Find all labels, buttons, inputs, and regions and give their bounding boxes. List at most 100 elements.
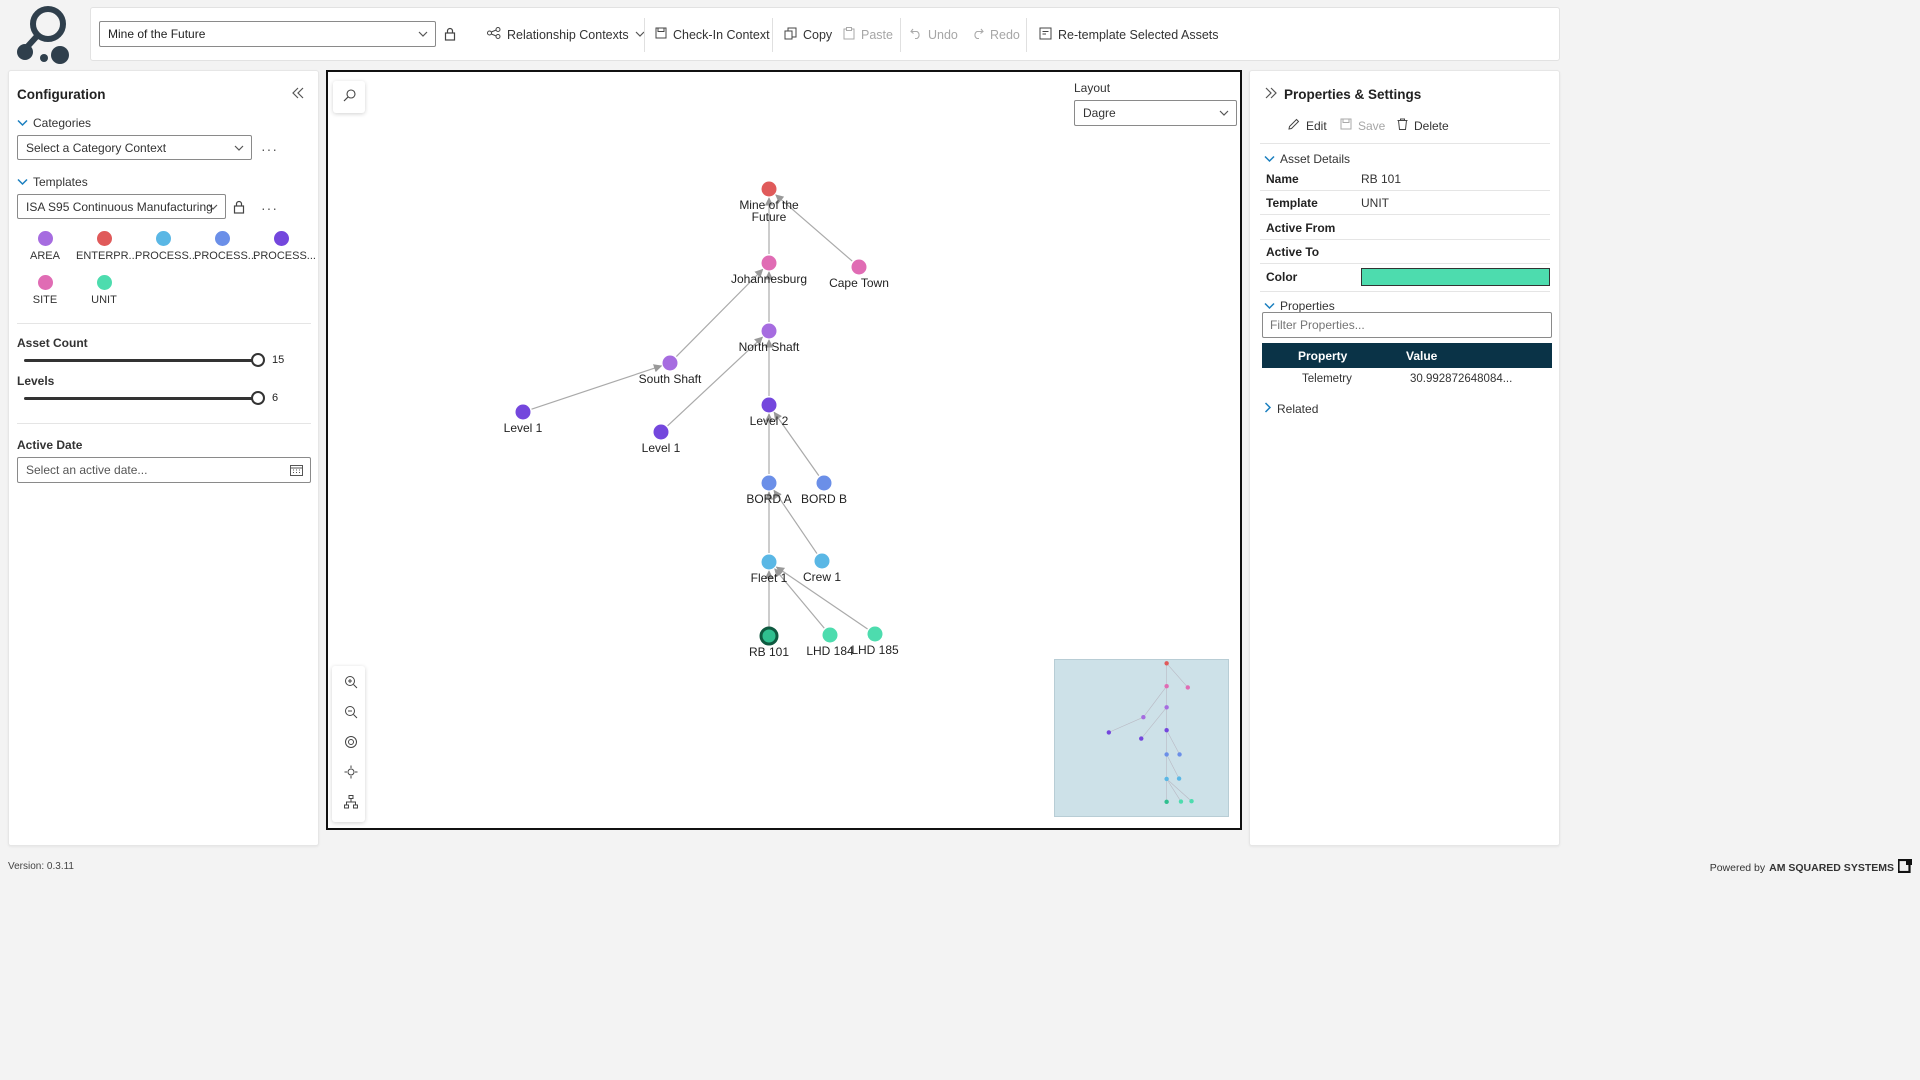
more-options-icon[interactable]: ··· bbox=[261, 200, 278, 216]
zoom-in-button[interactable] bbox=[340, 672, 362, 694]
graph-node[interactable]: Fleet 1 bbox=[751, 554, 788, 586]
legend-item[interactable]: PROCESS... bbox=[135, 231, 198, 262]
levels-label: Levels bbox=[17, 374, 55, 388]
copy-button[interactable]: Copy bbox=[784, 27, 832, 43]
graph-node[interactable]: Johannesburg bbox=[731, 255, 807, 287]
color-swatch[interactable] bbox=[1361, 268, 1550, 286]
properties-title: Properties & Settings bbox=[1284, 87, 1422, 102]
lock-icon[interactable] bbox=[233, 200, 245, 217]
node-circle[interactable] bbox=[822, 627, 838, 643]
node-circle[interactable] bbox=[761, 475, 777, 491]
node-circle[interactable] bbox=[816, 475, 832, 491]
pencil-icon bbox=[1288, 118, 1300, 133]
graph-node[interactable]: Cape Town bbox=[829, 259, 889, 291]
graph-node[interactable]: BORD B bbox=[801, 475, 847, 507]
node-circle[interactable] bbox=[653, 424, 669, 440]
paste-icon bbox=[843, 27, 855, 43]
node-circle[interactable] bbox=[814, 553, 830, 569]
legend-item[interactable]: PROCESS... bbox=[253, 231, 316, 262]
legend-color-dot bbox=[37, 275, 53, 290]
graph-node[interactable]: Level 1 bbox=[504, 404, 543, 436]
minimap[interactable] bbox=[1054, 659, 1229, 817]
graph-node[interactable]: Level 1 bbox=[642, 424, 681, 456]
active-date-input[interactable]: Select an active date... bbox=[17, 457, 311, 483]
legend-item[interactable]: PROCESS... bbox=[194, 231, 257, 262]
undo-button[interactable]: Undo bbox=[910, 27, 958, 42]
save-disk-icon bbox=[1340, 118, 1352, 133]
legend-item[interactable]: AREA bbox=[17, 231, 73, 262]
node-circle[interactable] bbox=[515, 404, 531, 420]
active-date-placeholder: Select an active date... bbox=[26, 463, 148, 477]
zoom-out-button[interactable] bbox=[340, 702, 362, 724]
node-circle[interactable] bbox=[761, 181, 777, 197]
node-circle[interactable] bbox=[662, 355, 678, 371]
node-circle[interactable] bbox=[761, 554, 777, 570]
related-toggle[interactable]: Related bbox=[1264, 402, 1318, 416]
calendar-icon[interactable] bbox=[290, 464, 303, 479]
properties-panel: Properties & Settings Edit Save Delete A… bbox=[1249, 70, 1560, 846]
graph-node[interactable]: LHD 185 bbox=[851, 626, 899, 658]
node-label: LHD 185 bbox=[851, 643, 899, 657]
property-cell: Telemetry bbox=[1302, 373, 1352, 385]
layout-tree-button[interactable] bbox=[340, 792, 362, 814]
properties-toggle[interactable]: Properties bbox=[1264, 299, 1335, 313]
retemplate-button[interactable]: Re-template Selected Assets bbox=[1039, 27, 1219, 43]
node-label: RB 101 bbox=[749, 645, 789, 659]
graph-node[interactable]: Mine of theFuture bbox=[739, 181, 799, 225]
filter-properties-input[interactable] bbox=[1262, 312, 1552, 338]
column-property: Property bbox=[1298, 349, 1348, 363]
graph-node[interactable]: RB 101 bbox=[749, 626, 789, 659]
context-select[interactable]: Mine of the Future bbox=[99, 21, 436, 47]
table-row[interactable]: Telemetry 30.992872648084... bbox=[1262, 370, 1552, 390]
share-graph-icon bbox=[487, 27, 501, 42]
node-circle[interactable] bbox=[851, 259, 867, 275]
legend-item[interactable]: UNIT bbox=[76, 275, 132, 306]
node-circle[interactable] bbox=[761, 255, 777, 271]
graph-node[interactable]: Level 2 bbox=[750, 397, 789, 429]
levels-slider-thumb[interactable] bbox=[251, 391, 265, 405]
node-circle[interactable] bbox=[759, 626, 779, 646]
node-circle[interactable] bbox=[761, 397, 777, 413]
minimap-edge bbox=[1143, 686, 1167, 718]
collapse-left-icon[interactable] bbox=[291, 87, 305, 102]
asset-count-slider-thumb[interactable] bbox=[251, 353, 265, 367]
relationship-contexts-button[interactable]: Relationship Contexts bbox=[487, 27, 645, 42]
minimap-node bbox=[1177, 752, 1182, 757]
chevron-down-icon bbox=[234, 142, 244, 156]
lock-icon[interactable] bbox=[444, 27, 456, 44]
template-select[interactable]: ISA S95 Continuous Manufacturing bbox=[17, 194, 226, 219]
asset-count-slider-track[interactable] bbox=[24, 359, 260, 362]
fit-button[interactable] bbox=[340, 762, 362, 784]
legend-color-dot bbox=[96, 275, 112, 290]
edit-button[interactable]: Edit bbox=[1288, 118, 1327, 133]
paste-button[interactable]: Paste bbox=[843, 27, 893, 43]
save-button[interactable]: Save bbox=[1340, 118, 1385, 133]
legend-item[interactable]: ENTERPR... bbox=[76, 231, 138, 262]
zoom-toolbar bbox=[332, 666, 365, 822]
minimap-edge bbox=[1108, 716, 1144, 733]
graph-node[interactable]: BORD A bbox=[746, 475, 792, 507]
active-date-label: Active Date bbox=[17, 438, 83, 452]
levels-slider-track[interactable] bbox=[24, 397, 260, 400]
delete-button[interactable]: Delete bbox=[1397, 118, 1449, 133]
graph-node[interactable]: North Shaft bbox=[739, 323, 800, 355]
properties-table-header: Property Value bbox=[1262, 343, 1552, 368]
category-context-select[interactable]: Select a Category Context bbox=[17, 135, 252, 160]
expand-right-icon[interactable] bbox=[1264, 87, 1278, 102]
center-button[interactable] bbox=[340, 732, 362, 754]
node-circle[interactable] bbox=[867, 626, 883, 642]
copy-icon bbox=[784, 27, 797, 43]
divider bbox=[17, 323, 311, 324]
legend-item[interactable]: SITE bbox=[17, 275, 73, 306]
templates-section-toggle[interactable]: Templates bbox=[17, 175, 88, 189]
minimap-node bbox=[1178, 799, 1184, 804]
node-circle[interactable] bbox=[761, 323, 777, 339]
categories-section-toggle[interactable]: Categories bbox=[17, 116, 91, 130]
graph-node[interactable]: Crew 1 bbox=[803, 553, 841, 585]
asset-details-toggle[interactable]: Asset Details bbox=[1264, 152, 1350, 166]
graph-node[interactable]: LHD 184 bbox=[806, 627, 854, 659]
graph-canvas[interactable]: Layout Dagre Mine of the Future Johannesbu… bbox=[326, 70, 1242, 830]
more-options-icon[interactable]: ··· bbox=[261, 141, 278, 157]
check-in-context-button[interactable]: Check-In Context bbox=[655, 27, 770, 42]
redo-button[interactable]: Redo bbox=[972, 27, 1020, 42]
